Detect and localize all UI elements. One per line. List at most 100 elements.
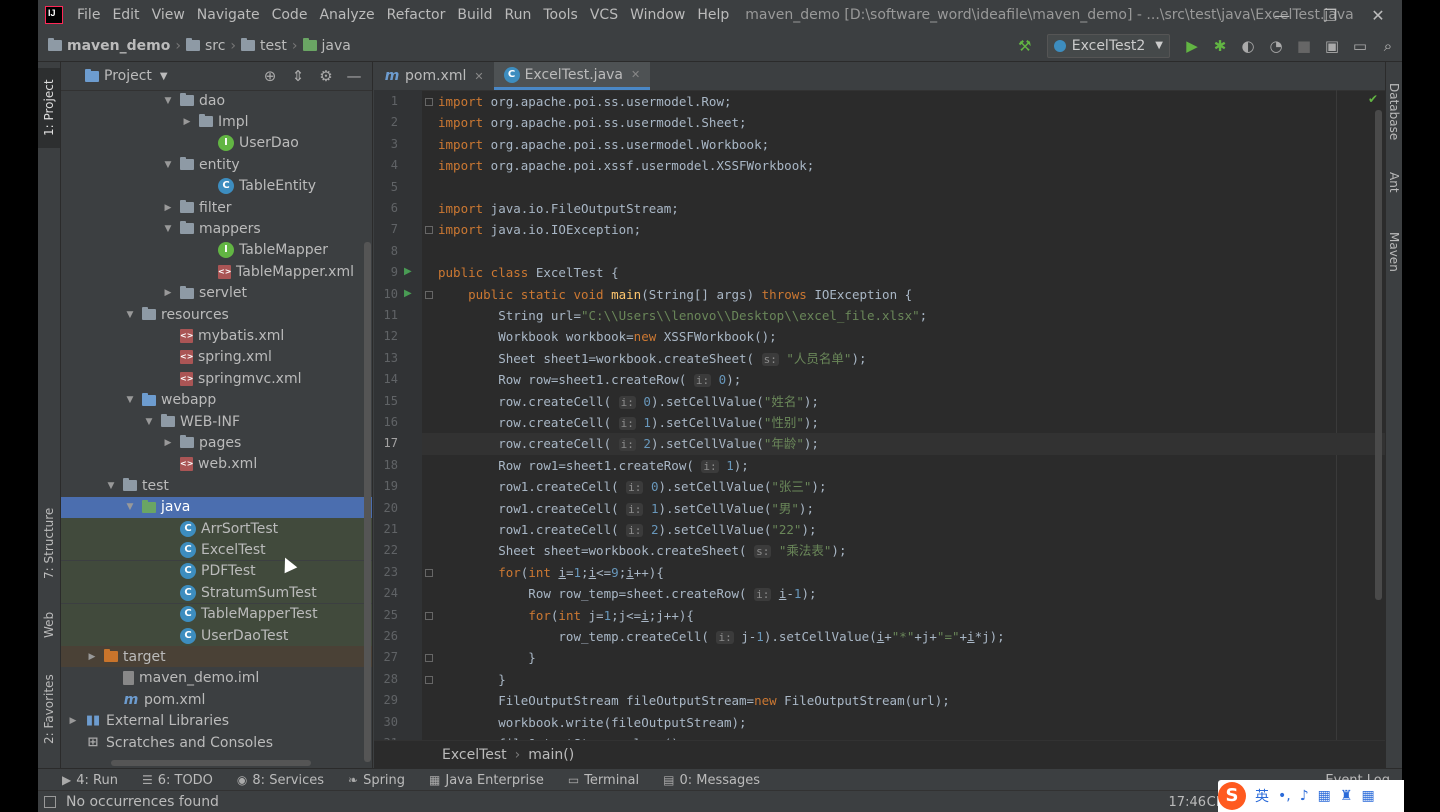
code-line[interactable]: import java.io.FileOutputStream; — [438, 198, 679, 219]
fold-marker-icon[interactable] — [425, 290, 433, 299]
bottom-tool-tab[interactable]: ▤ 0: Messages — [663, 773, 760, 788]
expanded-arrow-icon[interactable]: ▼ — [162, 96, 174, 106]
code-line[interactable]: Sheet sheet1=workbook.createSheet( s: "人… — [438, 348, 867, 369]
collapse-all-icon[interactable]: ⇕ — [284, 67, 312, 85]
code-line[interactable]: } — [438, 669, 506, 690]
bottom-tool-tab[interactable]: ▶ 4: Run — [62, 773, 118, 788]
punctuation-icon[interactable]: •, — [1278, 788, 1291, 804]
code-line[interactable]: row.createCell( i: 0).setCellValue("姓名")… — [438, 391, 819, 412]
tree-item[interactable]: ▶ pages — [61, 432, 372, 453]
tree-item[interactable]: ⊞ Scratches and Consoles — [61, 732, 372, 753]
code-line[interactable]: for(int i=1;i<=9;i++){ — [438, 562, 664, 583]
tree-item[interactable]: C PDFTest — [61, 560, 372, 582]
minimize-icon[interactable]: — — [1258, 0, 1306, 30]
code-line[interactable]: row1.createCell( i: 1).setCellValue("男")… — [438, 498, 814, 519]
menu-analyze[interactable]: Analyze — [313, 0, 380, 30]
tree-item[interactable]: C TableMapperTest — [61, 603, 372, 625]
breadcrumb-project[interactable]: maven_demo — [48, 38, 170, 54]
breadcrumb-src[interactable]: › src — [170, 38, 225, 54]
tree-item[interactable]: I TableMapper — [61, 240, 372, 261]
tree-item[interactable]: ▼ mappers — [61, 218, 372, 239]
breadcrumb-class[interactable]: ExcelTest — [442, 747, 507, 763]
run-icon[interactable]: ▶ — [1178, 30, 1206, 61]
bottom-tool-tab[interactable]: ◉ 8: Services — [237, 773, 324, 788]
tree-item[interactable]: ▶ Impl — [61, 111, 372, 132]
editor-tab[interactable]: m pom.xml ✕ — [374, 62, 494, 90]
code-line[interactable]: } — [438, 647, 536, 668]
menu-code[interactable]: Code — [266, 0, 314, 30]
code-line[interactable]: String url="C:\\Users\\lenovo\\Desktop\\… — [438, 305, 927, 326]
project-view-dropdown[interactable]: Project ▼ — [85, 68, 168, 84]
collapsed-arrow-icon[interactable]: ▶ — [162, 288, 174, 298]
breadcrumb-java[interactable]: › java — [287, 38, 351, 54]
menu-navigate[interactable]: Navigate — [191, 0, 266, 30]
project-structure-icon[interactable]: ▣ — [1318, 30, 1346, 61]
code-line[interactable]: row.createCell( i: 1).setCellValue("性别")… — [438, 412, 819, 433]
expanded-arrow-icon[interactable]: ▼ — [124, 395, 136, 405]
tree-item[interactable]: maven_demo.iml — [61, 668, 372, 689]
keyboard-icon[interactable]: ▦ — [1318, 788, 1331, 804]
code-line[interactable]: Row row=sheet1.createRow( i: 0); — [438, 369, 741, 390]
menu-edit[interactable]: Edit — [106, 0, 145, 30]
editor-scrollbar[interactable] — [1375, 110, 1382, 600]
collapsed-arrow-icon[interactable]: ▶ — [162, 438, 174, 448]
maven-tool-tab[interactable]: Maven — [1386, 222, 1402, 282]
menu-run[interactable]: Run — [499, 0, 538, 30]
database-tool-tab[interactable]: Database — [1386, 72, 1402, 152]
tree-item[interactable]: <> web.xml — [61, 454, 372, 475]
menu-build[interactable]: Build — [451, 0, 498, 30]
tree-item[interactable]: ▶ filter — [61, 197, 372, 218]
tree-item[interactable]: C UserDaoTest — [61, 625, 372, 646]
tree-item[interactable]: ▶ ▮▮ External Libraries — [61, 711, 372, 732]
tree-item[interactable]: I UserDao — [61, 133, 372, 154]
skin-icon[interactable]: ♜ — [1340, 788, 1353, 804]
bottom-tool-tab[interactable]: ▭ Terminal — [568, 773, 639, 788]
tree-item[interactable]: <> springmvc.xml — [61, 368, 372, 389]
tree-item[interactable]: ▼ resources — [61, 304, 372, 325]
fold-marker-icon[interactable] — [425, 675, 433, 684]
code-line[interactable]: for(int j=1;j<=i;j++){ — [438, 605, 694, 626]
web-tool-tab[interactable]: Web — [38, 600, 60, 650]
expanded-arrow-icon[interactable]: ▼ — [105, 481, 117, 491]
code-line[interactable]: row1.createCell( i: 2).setCellValue("22"… — [438, 519, 817, 540]
code-line[interactable]: FileOutputStream fileOutputStream=new Fi… — [438, 690, 950, 711]
toggle-tool-windows-icon[interactable] — [44, 796, 56, 808]
fold-marker-icon[interactable] — [425, 568, 433, 577]
tree-horizontal-scrollbar[interactable] — [111, 760, 311, 766]
favorites-tool-tab[interactable]: 2: Favorites — [38, 664, 60, 754]
gear-icon[interactable]: ⚙ — [312, 67, 340, 85]
tree-item[interactable]: C StratumSumTest — [61, 582, 372, 604]
tree-item[interactable]: C ArrSortTest — [61, 518, 372, 539]
inspection-ok-icon[interactable]: ✔ — [1368, 92, 1378, 106]
tree-item[interactable]: C TableEntity — [61, 176, 372, 197]
collapsed-arrow-icon[interactable]: ▶ — [86, 652, 98, 662]
expanded-arrow-icon[interactable]: ▼ — [162, 160, 174, 170]
caret-position[interactable]: 17:46 — [1169, 795, 1206, 810]
run-gutter-icon[interactable]: ▶ — [404, 266, 412, 277]
code-line[interactable]: row_temp.createCell( i: j-1).setCellValu… — [438, 626, 1005, 647]
bottom-tool-tab[interactable]: ❧ Spring — [348, 773, 405, 788]
fold-marker-icon[interactable] — [425, 611, 433, 620]
close-tab-icon[interactable]: ✕ — [631, 68, 640, 81]
code-line[interactable]: Row row1=sheet1.createRow( i: 1); — [438, 455, 749, 476]
code-line[interactable]: public class ExcelTest { — [438, 262, 619, 283]
tree-scrollbar[interactable] — [364, 242, 371, 762]
tree-item[interactable]: <> spring.xml — [61, 347, 372, 368]
microphone-icon[interactable]: ♪ — [1300, 788, 1309, 804]
debug-icon[interactable]: ✱ — [1206, 30, 1234, 61]
toggle-layout-icon[interactable]: ▭ — [1346, 30, 1374, 61]
tree-item[interactable]: C ExcelTest — [61, 539, 372, 561]
code-line[interactable]: Workbook workbook=new XSSFWorkbook(); — [438, 326, 776, 347]
run-gutter-icon[interactable]: ▶ — [404, 288, 412, 299]
menu-window[interactable]: Window — [624, 0, 691, 30]
close-tab-icon[interactable]: ✕ — [474, 70, 483, 83]
code-line[interactable]: Row row_temp=sheet.createRow( i: i-1); — [438, 583, 817, 604]
bottom-tool-tab[interactable]: ▦ Java Enterprise — [429, 773, 544, 788]
ant-tool-tab[interactable]: Ant — [1386, 162, 1402, 202]
tree-item[interactable]: ▼ entity — [61, 154, 372, 175]
expanded-arrow-icon[interactable]: ▼ — [162, 224, 174, 234]
tree-item[interactable]: ▶ target — [61, 646, 372, 668]
code-line[interactable]: import org.apache.poi.xssf.usermodel.XSS… — [438, 155, 814, 176]
collapsed-arrow-icon[interactable]: ▶ — [162, 203, 174, 213]
menu-vcs[interactable]: VCS — [584, 0, 624, 30]
